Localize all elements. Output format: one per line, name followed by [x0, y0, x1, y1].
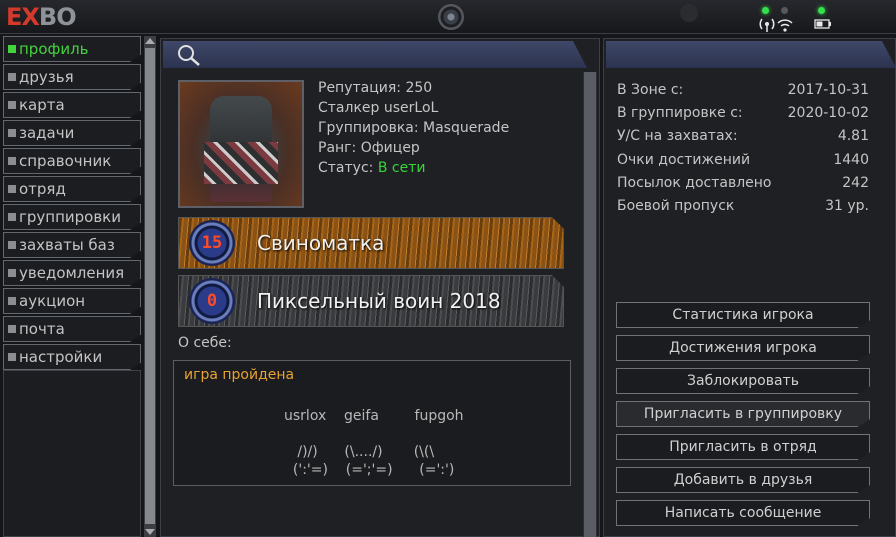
invite-faction-button[interactable]: Пригласить в группировку	[616, 401, 870, 427]
sidebar-item-reference[interactable]: справочник	[3, 148, 141, 174]
profile-info: Репутация: 250 Сталкер userLoL Группиров…	[318, 78, 509, 178]
bullet-icon	[8, 185, 16, 193]
achievement-card[interactable]: 15 Свиноматка	[178, 217, 564, 269]
profile-scrollbar[interactable]	[583, 72, 597, 537]
stat-row: Боевой пропуск 31 ур.	[617, 197, 869, 214]
achievement-title: Пиксельный воин 2018	[257, 289, 501, 313]
stat-row: У/С на захватах: 4.81	[617, 128, 869, 145]
about-text-box: игра пройдена usrlox geifa fupgoh /)/) (…	[173, 360, 571, 486]
status-led-icon	[781, 7, 788, 14]
rank-text: Ранг: Офицер	[318, 140, 420, 156]
stat-row: Очки достижений 1440	[617, 151, 869, 168]
top-bar: EXBO	[0, 0, 896, 34]
player-avatar	[178, 80, 304, 208]
send-message-button[interactable]: Написать сообщение	[616, 500, 870, 526]
invite-squad-button[interactable]: Пригласить в отряд	[616, 434, 870, 460]
sidebar-item-label: группировки	[19, 208, 121, 226]
indicator-light	[680, 4, 698, 22]
player-stats: В Зоне с: 2017-10-31 В группировке с: 2020…	[617, 82, 869, 221]
sidebar-item-squad[interactable]: отряд	[3, 176, 141, 202]
sidebar-item-factions[interactable]: группировки	[3, 204, 141, 230]
sidebar-item-tasks[interactable]: задачи	[3, 120, 141, 146]
sidebar-item-notifications[interactable]: уведомления	[3, 260, 141, 286]
about-highlight-text: игра пройдена	[184, 367, 295, 383]
sidebar-item-label: уведомления	[19, 264, 125, 282]
sidebar-item-label: справочник	[19, 152, 112, 170]
about-art-text: usrlox geifa fupgoh /)/) (\..../) (\(\ (…	[284, 408, 464, 478]
sidebar-item-map[interactable]: карта	[3, 92, 141, 118]
sidebar-item-friends[interactable]: друзья	[3, 64, 141, 90]
sidebar-item-profile[interactable]: профиль	[3, 36, 141, 62]
sidebar-item-mail[interactable]: почта	[3, 316, 141, 342]
player-stats-button[interactable]: Статистика игрока	[616, 302, 870, 328]
reputation-text: Репутация: 250	[318, 80, 433, 96]
achievement-title: Свиноматка	[257, 231, 385, 255]
player-name: Сталкер userLoL	[318, 100, 439, 116]
online-status: В сети	[377, 160, 426, 176]
status-led-icon	[818, 7, 825, 14]
player-achievements-button[interactable]: Достижения игрока	[616, 335, 870, 361]
add-friend-button[interactable]: Добавить в друзья	[616, 467, 870, 493]
sidebar-item-label: карта	[19, 96, 65, 114]
bullet-icon	[8, 101, 16, 109]
search-icon[interactable]	[176, 43, 202, 67]
sidebar-item-label: отряд	[19, 180, 66, 198]
status-led-icon	[762, 7, 769, 14]
sidebar-item-label: профиль	[19, 40, 89, 58]
stat-row: Посылок доставлено 242	[617, 174, 869, 191]
stat-row: В группировке с: 2020-10-02	[617, 105, 869, 122]
bullet-icon	[8, 157, 16, 165]
scrollbar-thumb[interactable]	[145, 48, 155, 524]
bullet-icon	[8, 353, 16, 361]
profile-panel-header	[163, 41, 587, 68]
app-logo: EXBO	[6, 3, 77, 31]
achievement-badge-icon: 15	[189, 220, 235, 266]
block-button[interactable]: Заблокировать	[616, 368, 870, 394]
sidebar-item-base-captures[interactable]: захваты баз	[3, 232, 141, 258]
scrollbar-thumb[interactable]	[584, 72, 596, 537]
bullet-icon	[8, 325, 16, 333]
stats-panel-header	[606, 41, 896, 68]
stat-row: В Зоне с: 2017-10-31	[617, 82, 869, 98]
bullet-icon	[8, 269, 16, 277]
battery-icon	[814, 19, 831, 29]
bullet-icon	[8, 45, 16, 53]
sidebar-item-settings[interactable]: настройки	[3, 344, 141, 370]
bullet-icon	[8, 241, 16, 249]
status-text: Статус: В сети	[318, 160, 426, 176]
about-label: О себе:	[178, 335, 232, 351]
sidebar-item-label: захваты баз	[19, 236, 115, 254]
sidebar-item-label: друзья	[19, 68, 74, 86]
bullet-icon	[8, 129, 16, 137]
sidebar-item-label: аукцион	[19, 292, 86, 310]
sidebar-item-label: задачи	[19, 124, 75, 142]
bullet-icon	[8, 297, 16, 305]
achievement-card[interactable]: 0 Пиксельный воин 2018	[178, 275, 564, 327]
sidebar-item-label: почта	[19, 320, 65, 338]
bullet-icon	[8, 73, 16, 81]
sidebar-item-auction[interactable]: аукцион	[3, 288, 141, 314]
faction-text: Группировка: Masquerade	[318, 120, 510, 136]
scroll-up-icon[interactable]	[145, 38, 155, 44]
bullet-icon	[8, 213, 16, 221]
wifi-icon	[759, 18, 793, 32]
sidebar-scrollbar[interactable]	[144, 36, 156, 537]
sidebar-menu: профиль друзья карта задачи справочник о…	[3, 36, 141, 372]
sidebar-empty-area	[3, 370, 141, 537]
sidebar-item-label: настройки	[19, 348, 103, 366]
achievement-badge-icon: 0	[189, 278, 235, 324]
scroll-down-icon[interactable]	[145, 529, 155, 535]
camera-lens-icon	[438, 4, 464, 30]
